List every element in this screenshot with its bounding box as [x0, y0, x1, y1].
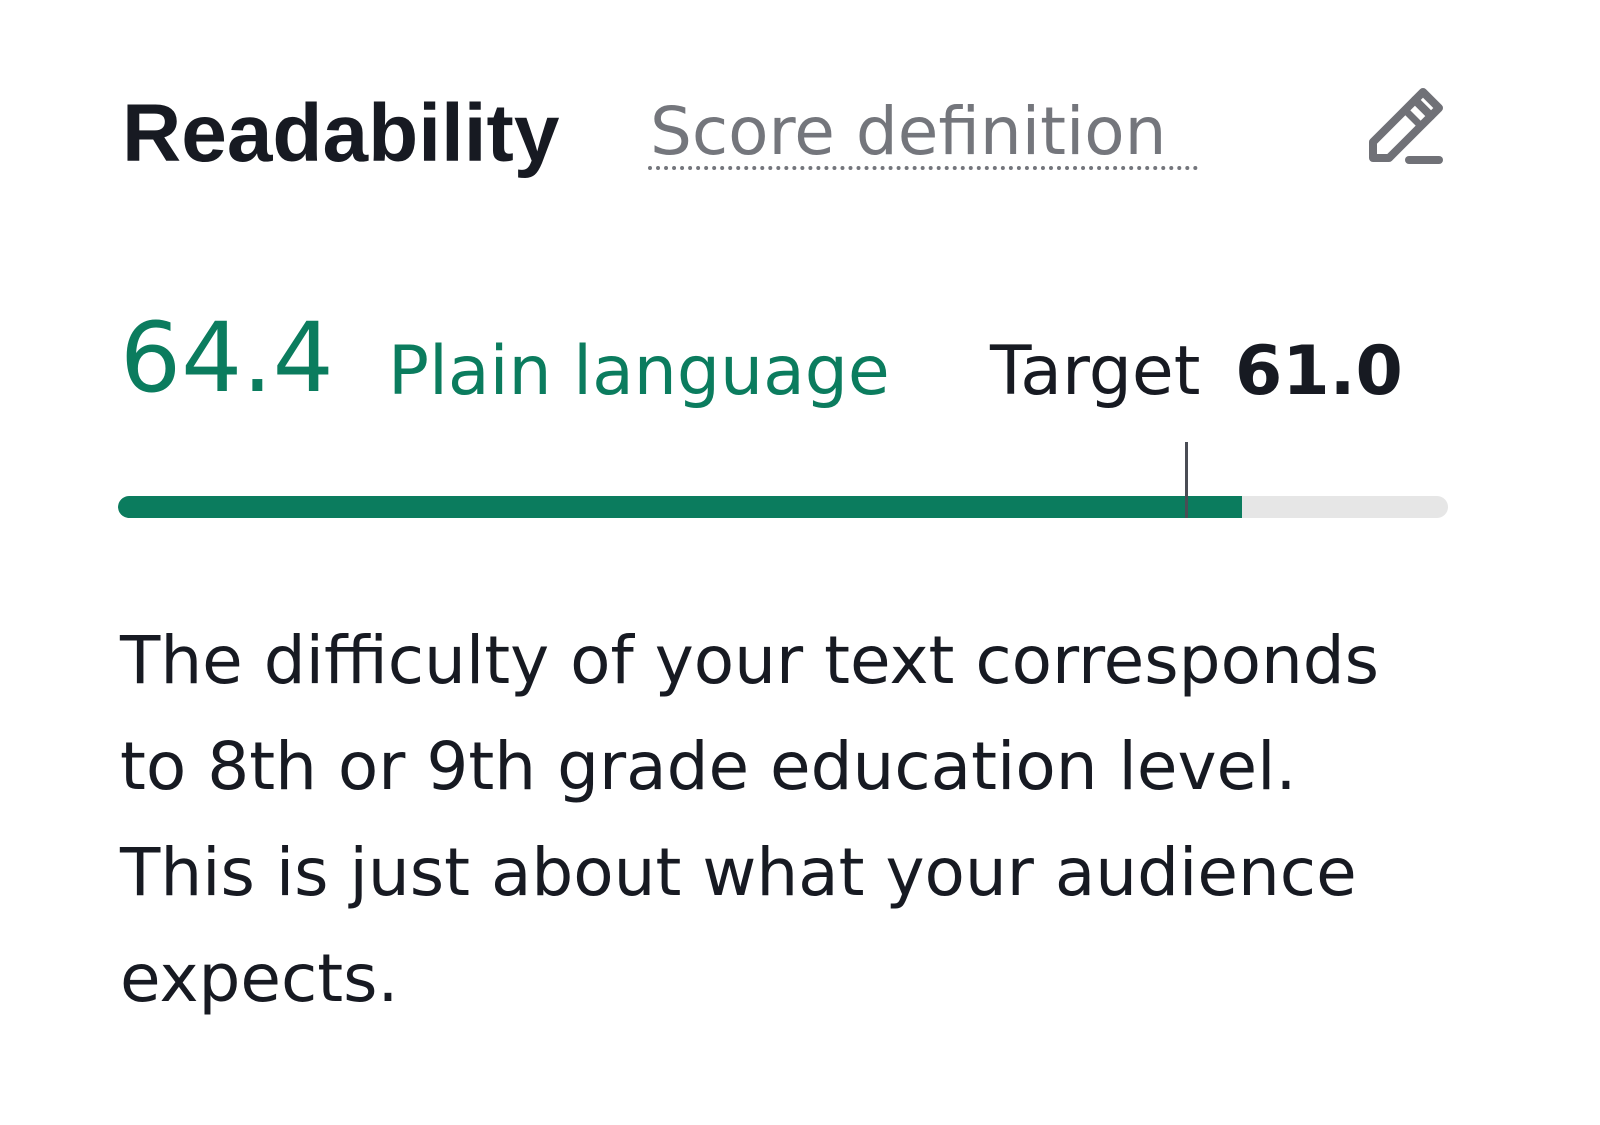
pencil-edit-icon[interactable]: [1365, 86, 1449, 170]
target-value: 61.0: [1235, 332, 1403, 411]
readability-score-value: 64.4: [120, 302, 334, 414]
score-definition-underline: [648, 166, 1198, 170]
score-definition-link[interactable]: Score definition: [650, 92, 1167, 172]
score-row: 64.4 Plain language Target 61.0: [0, 300, 1600, 420]
readability-header: Readability Score definition: [0, 0, 1600, 200]
readability-score-label: Plain language: [388, 332, 890, 411]
target-marker: [1185, 442, 1188, 518]
panel-title: Readability: [122, 88, 560, 179]
readability-progress-bar: [118, 440, 1448, 520]
progress-fill: [118, 496, 1242, 518]
readability-description: The difficulty of your text corresponds …: [120, 622, 1380, 1017]
target-label: Target: [990, 332, 1201, 411]
progress-track: [118, 496, 1448, 518]
